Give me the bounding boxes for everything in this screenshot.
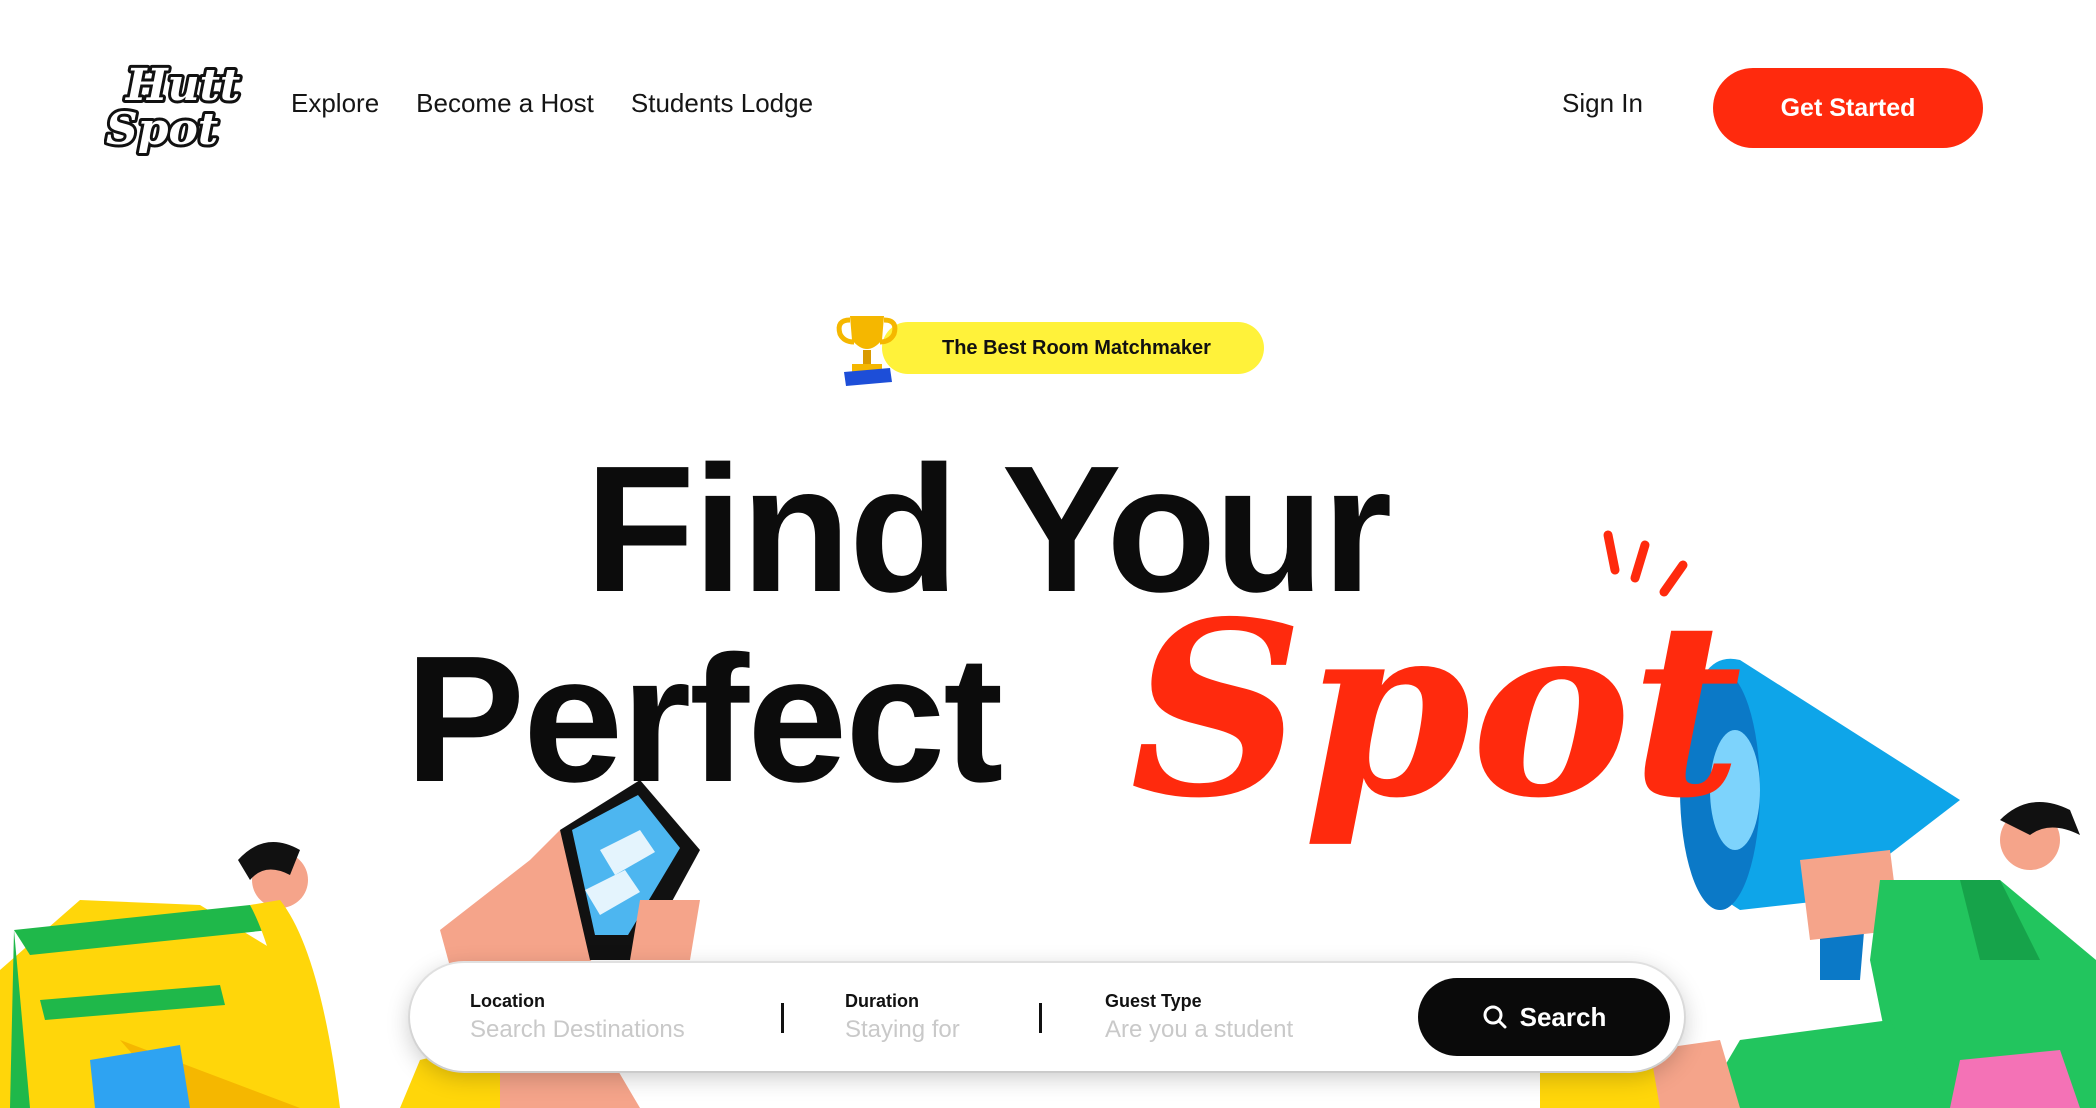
duration-label: Duration [845, 991, 919, 1011]
nav-item-explore[interactable]: Explore [291, 88, 379, 119]
field-divider [781, 1003, 784, 1033]
logo-line-2: Spot [106, 104, 218, 155]
location-field[interactable]: Location [470, 991, 740, 1044]
headline-accent: Spot [1130, 569, 1743, 851]
search-button-label: Search [1519, 1001, 1607, 1032]
nav-item-students-lodge[interactable]: Students Lodge [631, 88, 813, 119]
tagline-badge: The Best Room Matchmaker [882, 322, 1264, 374]
main-nav: Explore Become a Host Students Lodge [291, 88, 813, 119]
search-icon [1483, 1005, 1507, 1029]
get-started-button[interactable]: Get Started [1713, 68, 1983, 148]
guest-type-label: Guest Type [1105, 991, 1202, 1011]
location-label: Location [470, 991, 545, 1011]
guest-type-input[interactable] [1105, 1016, 1375, 1044]
hutt-spot-logo-icon: Hutt Spot [103, 57, 243, 158]
location-input[interactable] [470, 1016, 740, 1044]
nav-item-become-a-host[interactable]: Become a Host [416, 88, 594, 119]
trophy-icon [836, 316, 898, 386]
sign-in-link[interactable]: Sign In [1562, 88, 1643, 119]
headline-line-2: Perfect [405, 619, 1003, 820]
brand-logo[interactable]: Hutt Spot [103, 57, 244, 158]
guest-type-field[interactable]: Guest Type [1105, 991, 1375, 1044]
search-bar: Location Duration Guest Type Search [410, 963, 1684, 1071]
landing-page: Hutt Spot Explore Become a Host Students… [0, 0, 2096, 1108]
badge-text: The Best Room Matchmaker [942, 336, 1211, 359]
left-figure-illustration [0, 842, 340, 1108]
duration-input[interactable] [845, 1016, 1025, 1044]
duration-field[interactable]: Duration [845, 991, 1025, 1044]
field-divider [1039, 1003, 1042, 1033]
search-button[interactable]: Search [1418, 978, 1670, 1056]
